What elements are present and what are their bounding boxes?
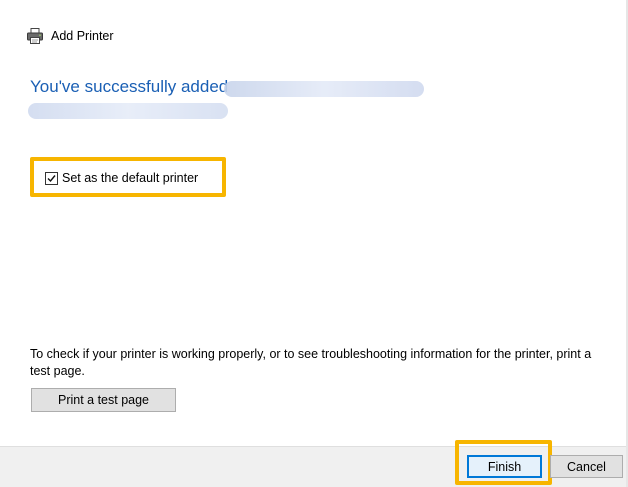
checkmark-icon	[47, 174, 56, 182]
default-printer-label: Set as the default printer	[62, 171, 199, 185]
success-heading: You've successfully added	[30, 77, 229, 96]
title-bar: Add Printer	[26, 26, 114, 46]
add-printer-dialog: Add Printer You've successfully added Se…	[0, 0, 628, 487]
test-page-info: To check if your printer is working prop…	[30, 347, 592, 378]
redacted-printer-name	[224, 81, 424, 97]
default-printer-option[interactable]: Set as the default printer	[45, 171, 198, 185]
finish-button[interactable]: Finish	[467, 455, 542, 478]
window-title: Add Printer	[51, 29, 114, 43]
print-test-page-button[interactable]: Print a test page	[31, 388, 176, 412]
cancel-button[interactable]: Cancel	[550, 455, 623, 478]
default-printer-checkbox[interactable]	[45, 171, 58, 185]
redacted-printer-name-line2	[28, 103, 228, 119]
printer-icon	[26, 27, 44, 45]
